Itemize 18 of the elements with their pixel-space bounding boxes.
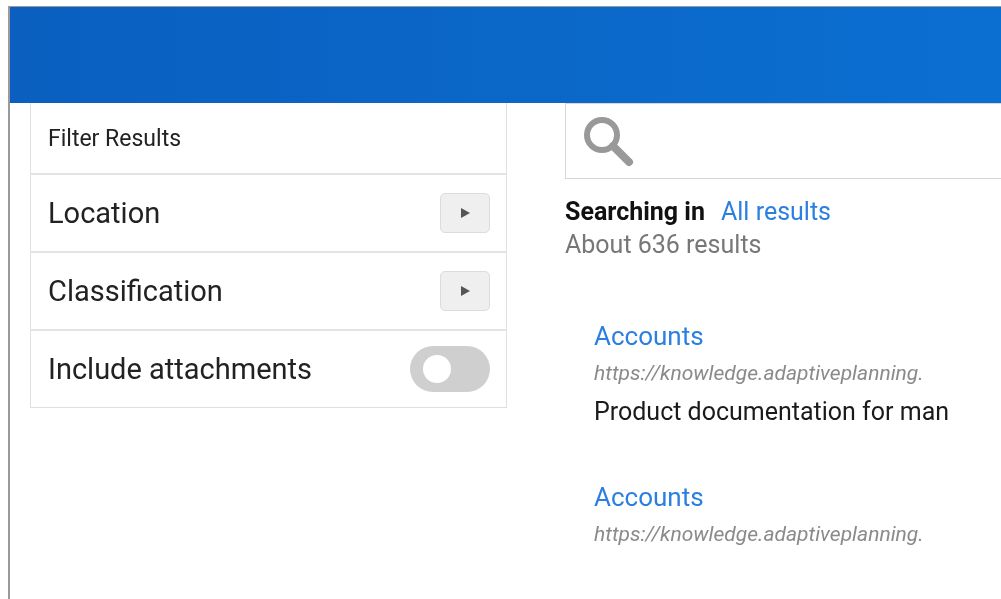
panel-title: Filter Results	[48, 124, 182, 152]
searching-label: Searching in	[565, 197, 705, 226]
search-field[interactable]	[565, 103, 1001, 179]
result-count: About 636 results	[565, 230, 763, 259]
result-url: https://knowledge.adaptiveplanning.	[594, 361, 924, 385]
filter-label: Classification	[48, 274, 223, 308]
play-icon	[459, 207, 471, 219]
toggle-switch[interactable]	[410, 346, 490, 392]
expand-button[interactable]	[440, 271, 490, 311]
result-description: Product documentation for man	[594, 397, 950, 426]
scope-link[interactable]: All results	[721, 197, 831, 226]
filter-label: Include attachments	[48, 352, 312, 386]
play-icon	[459, 285, 471, 297]
result-title-link[interactable]: Accounts	[594, 482, 704, 512]
expand-button[interactable]	[440, 193, 490, 233]
result-title-link[interactable]: Accounts	[594, 321, 704, 351]
filter-label: Location	[48, 196, 161, 230]
result-url: https://knowledge.adaptiveplanning.	[594, 522, 924, 546]
